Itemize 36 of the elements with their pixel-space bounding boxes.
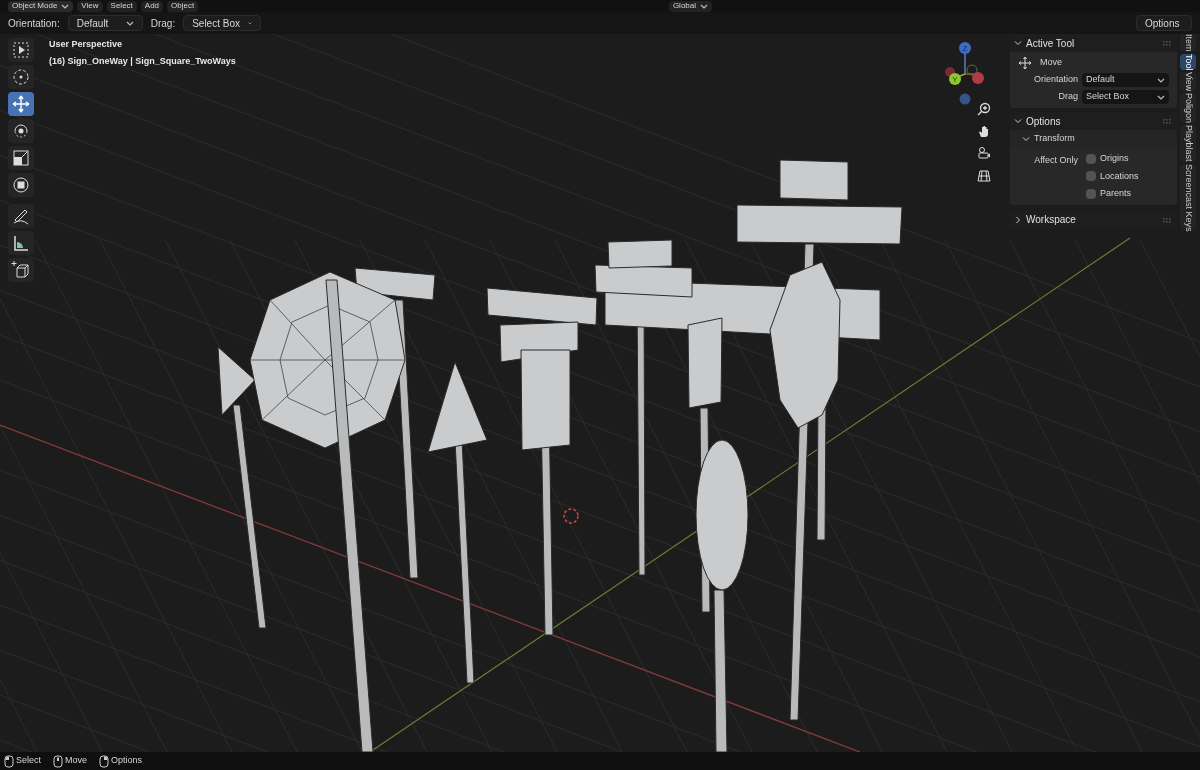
- panel-header[interactable]: Options: [1010, 112, 1177, 130]
- menu-item[interactable]: Select: [106, 0, 137, 12]
- checkbox-label: Parents: [1100, 187, 1132, 200]
- sidebar-tab[interactable]: View: [1180, 72, 1196, 92]
- options-dropdown[interactable]: Options: [1136, 15, 1192, 31]
- status-hint: Select: [16, 754, 41, 768]
- axis-label: Z: [962, 44, 968, 53]
- sidebar-tab[interactable]: Poligon: [1180, 93, 1196, 124]
- sidebar-tab[interactable]: Tool: [1180, 53, 1196, 71]
- orientation-dropdown[interactable]: Global: [668, 0, 712, 12]
- field-label: Drag:: [150, 16, 176, 31]
- field-label: Orientation:: [8, 16, 60, 31]
- menu-item[interactable]: Object: [167, 0, 199, 12]
- viewport-info-text: User Perspective: [49, 38, 124, 51]
- menu-item[interactable]: Add: [140, 0, 164, 12]
- field-label: Orientation: [1032, 73, 1078, 87]
- drag-dropdown[interactable]: Select Box: [183, 15, 262, 31]
- field-label: Drag: [1057, 90, 1078, 104]
- checkbox-label: Origins: [1100, 152, 1129, 165]
- status-hint: Options: [111, 754, 143, 768]
- tool-name: Move: [1040, 56, 1062, 70]
- axis-label: Y: [952, 75, 958, 84]
- orientation-dropdown[interactable]: Default: [67, 15, 143, 31]
- orientation-dropdown[interactable]: Default: [1082, 73, 1169, 87]
- menu-item[interactable]: View: [77, 0, 103, 12]
- sidebar-tab[interactable]: Playblast: [1180, 125, 1196, 162]
- sidebar-tab[interactable]: Screencast Keys: [1180, 163, 1196, 232]
- status-hint: Move: [65, 754, 88, 768]
- panel-header[interactable]: Active Tool: [1010, 34, 1177, 52]
- field-label: Affect Only: [1033, 154, 1078, 167]
- viewport-info-text: (16) Sign_OneWay | Sign_Square_TwoWays: [49, 54, 236, 68]
- navigation-gizmo[interactable]: Z Y: [935, 38, 995, 106]
- mode-dropdown[interactable]: Object Mode: [8, 0, 74, 12]
- sidebar-tab[interactable]: Item: [1180, 34, 1196, 52]
- drag-dropdown[interactable]: Select Box: [1082, 90, 1169, 104]
- checkbox-label: Locations: [1100, 169, 1139, 183]
